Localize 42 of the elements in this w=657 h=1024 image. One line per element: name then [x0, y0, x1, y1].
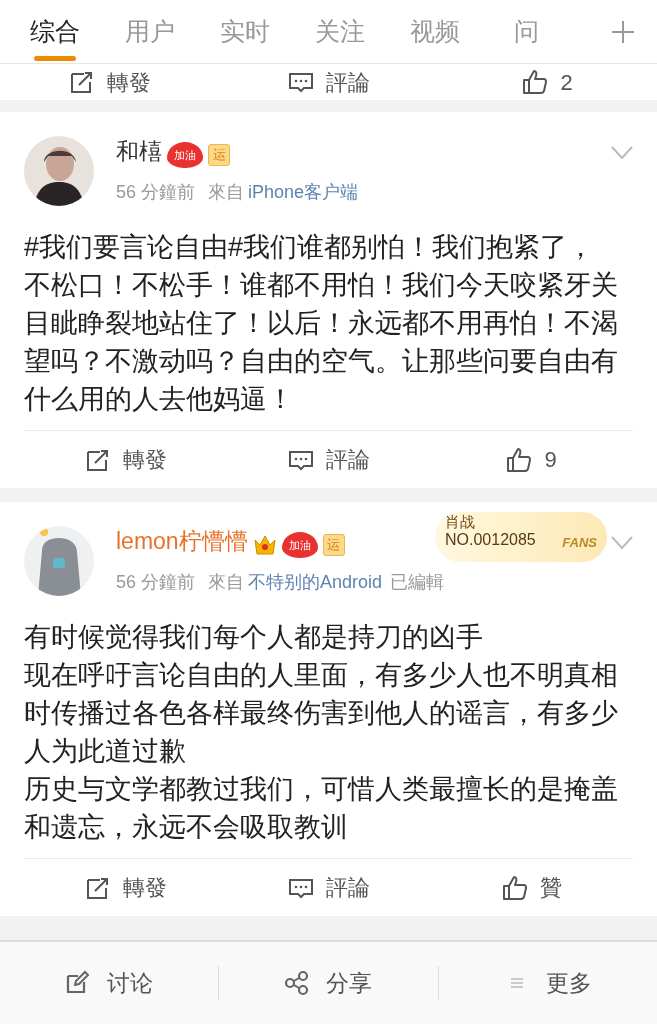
- source-label: 來自: [208, 182, 245, 202]
- heart-badge: 加油: [167, 141, 203, 168]
- thumbs-up-icon: [522, 69, 549, 95]
- share-icon: [284, 970, 311, 996]
- repost-button[interactable]: 轉發: [0, 65, 219, 99]
- edit-icon: [65, 970, 92, 996]
- badge-label: 运: [208, 143, 230, 166]
- post-text: 历史与文学都教过我们，可惜人类最擅长的是掩盖和遗忘，永远不会吸取教训: [24, 773, 619, 844]
- author-name[interactable]: 和橲: [116, 138, 162, 164]
- fans-label: FANS: [562, 536, 597, 551]
- repost-icon: [68, 69, 95, 95]
- comment-button[interactable]: 評論: [219, 65, 438, 99]
- source-link[interactable]: 不特别的Android: [248, 572, 383, 592]
- add-icon[interactable]: [611, 19, 635, 44]
- thumbs-up-icon: [506, 446, 533, 473]
- like-button[interactable]: 9: [430, 443, 633, 476]
- like-button[interactable]: 贊: [430, 871, 633, 904]
- crown-icon: [252, 533, 277, 556]
- repost-button[interactable]: 轉發: [24, 443, 227, 476]
- comment-button[interactable]: 評論: [227, 871, 430, 904]
- post-text: #我们要言论自由#我们谁都别怕！我们抱紧了，不松口！不松手！谁都不用怕！我们今天咬紧牙关目眦睁裂地站住了！以后！永远都不用再怕！不渴望吗？不激动吗？自由的空气。让那些问要自由有什么用的人去他妈逼！: [24, 231, 619, 416]
- share-button[interactable]: 分享: [219, 965, 438, 1001]
- source-link[interactable]: iPhone客户端: [248, 182, 359, 202]
- fan-number: NO.0012085: [445, 530, 537, 549]
- chevron-down-icon[interactable]: [611, 536, 633, 550]
- heart-badge: 加油: [281, 531, 318, 558]
- tab[interactable]: 综合: [30, 2, 80, 61]
- more-button[interactable]: 更多: [438, 965, 657, 1001]
- thumbs-up-icon: [501, 874, 528, 901]
- discuss-button[interactable]: 讨论: [0, 965, 219, 1001]
- post-time: 56 分鐘前: [116, 182, 196, 202]
- like-button[interactable]: 2: [438, 65, 657, 99]
- badge-label: 运: [322, 533, 345, 556]
- post-time: 56 分鐘前: [116, 572, 196, 592]
- post-text: 现在呼吁言论自由的人里面，有多少人也不明真相时传播过各色各样最终伤害到他人的谣言，有多少人为此道过歉: [24, 659, 619, 768]
- chevron-down-icon[interactable]: [611, 146, 633, 160]
- edited-label: 已編輯: [390, 572, 445, 592]
- post-text: 有时候觉得我们每个人都是持刀的凶手: [24, 621, 484, 654]
- fan-badge-name: 肖战: [445, 514, 476, 531]
- repost-button[interactable]: 轉發: [24, 871, 227, 904]
- comment-button[interactable]: 評論: [227, 443, 430, 476]
- source-label: 來自: [208, 572, 245, 592]
